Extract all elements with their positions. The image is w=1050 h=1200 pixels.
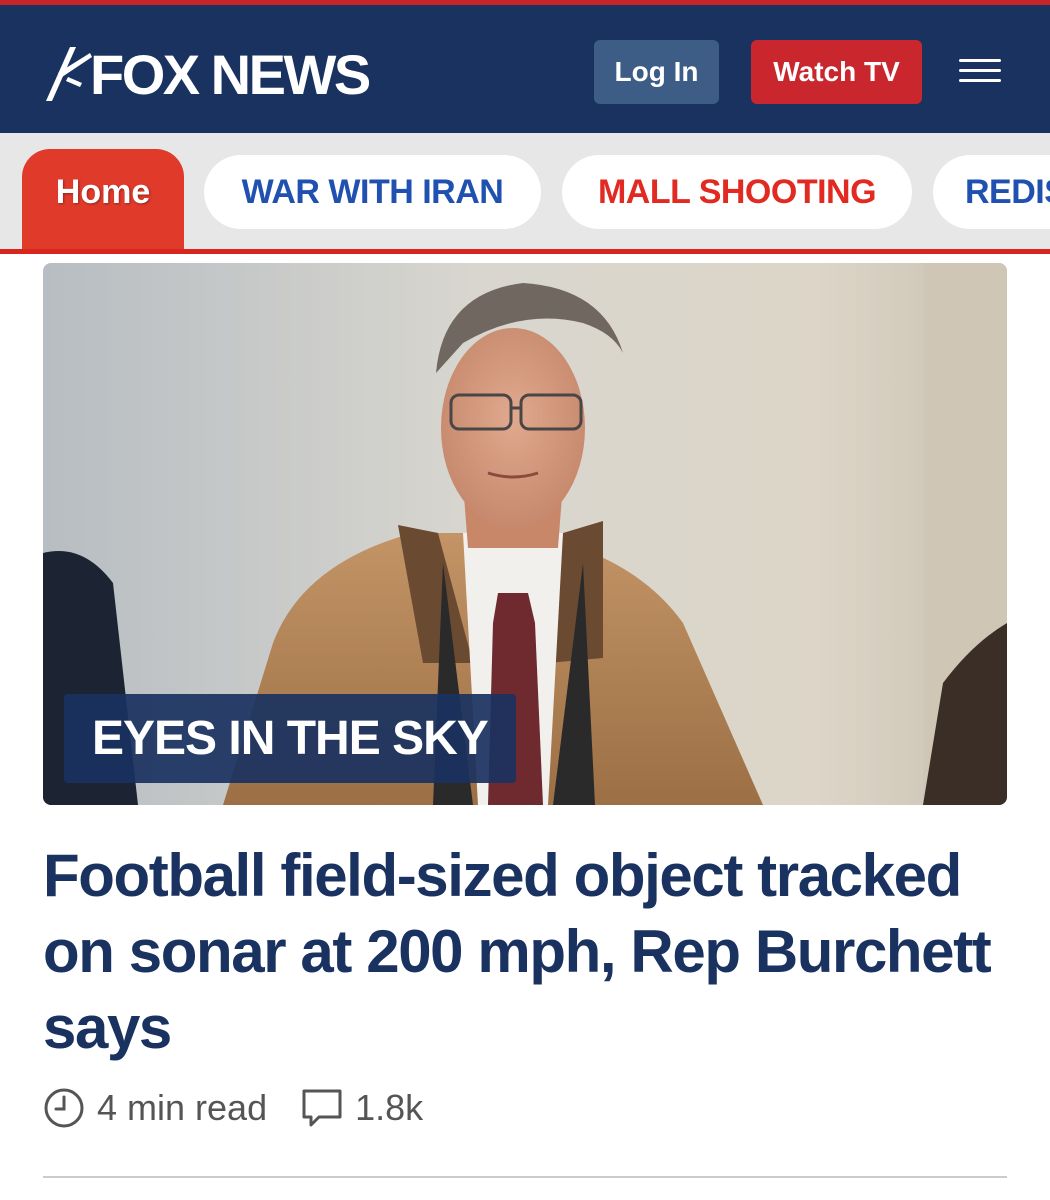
tab-mall-shooting[interactable]: MALL SHOOTING — [562, 155, 912, 229]
watch-tv-button[interactable]: Watch TV — [751, 40, 922, 104]
logo-text: FOX NEWS — [90, 43, 371, 106]
login-button[interactable]: Log In — [594, 40, 719, 104]
trending-nav: Home WAR WITH IRAN MALL SHOOTING REDIS — [0, 133, 1050, 251]
clock-icon — [44, 1088, 84, 1128]
tab-war-with-iran[interactable]: WAR WITH IRAN — [204, 155, 541, 229]
hamburger-menu-icon[interactable] — [957, 55, 1003, 87]
site-header: FOX NEWS Log In Watch TV — [0, 5, 1050, 133]
fox-news-logo[interactable]: FOX NEWS — [40, 43, 371, 107]
article-headline[interactable]: Football field-sized object tracked on s… — [43, 838, 1023, 1066]
article-meta: 4 min read 1.8k — [43, 1084, 423, 1132]
nav-underline — [0, 249, 1050, 254]
content-divider — [43, 1176, 1007, 1178]
tab-redis[interactable]: REDIS — [933, 155, 1050, 229]
hero-image[interactable]: EYES IN THE SKY — [43, 263, 1007, 805]
read-time: 4 min read — [97, 1087, 268, 1128]
article-kicker: EYES IN THE SKY — [64, 694, 516, 783]
tab-home[interactable]: Home — [22, 149, 184, 251]
comment-icon[interactable] — [299, 1085, 345, 1131]
comment-count[interactable]: 1.8k — [355, 1087, 423, 1129]
